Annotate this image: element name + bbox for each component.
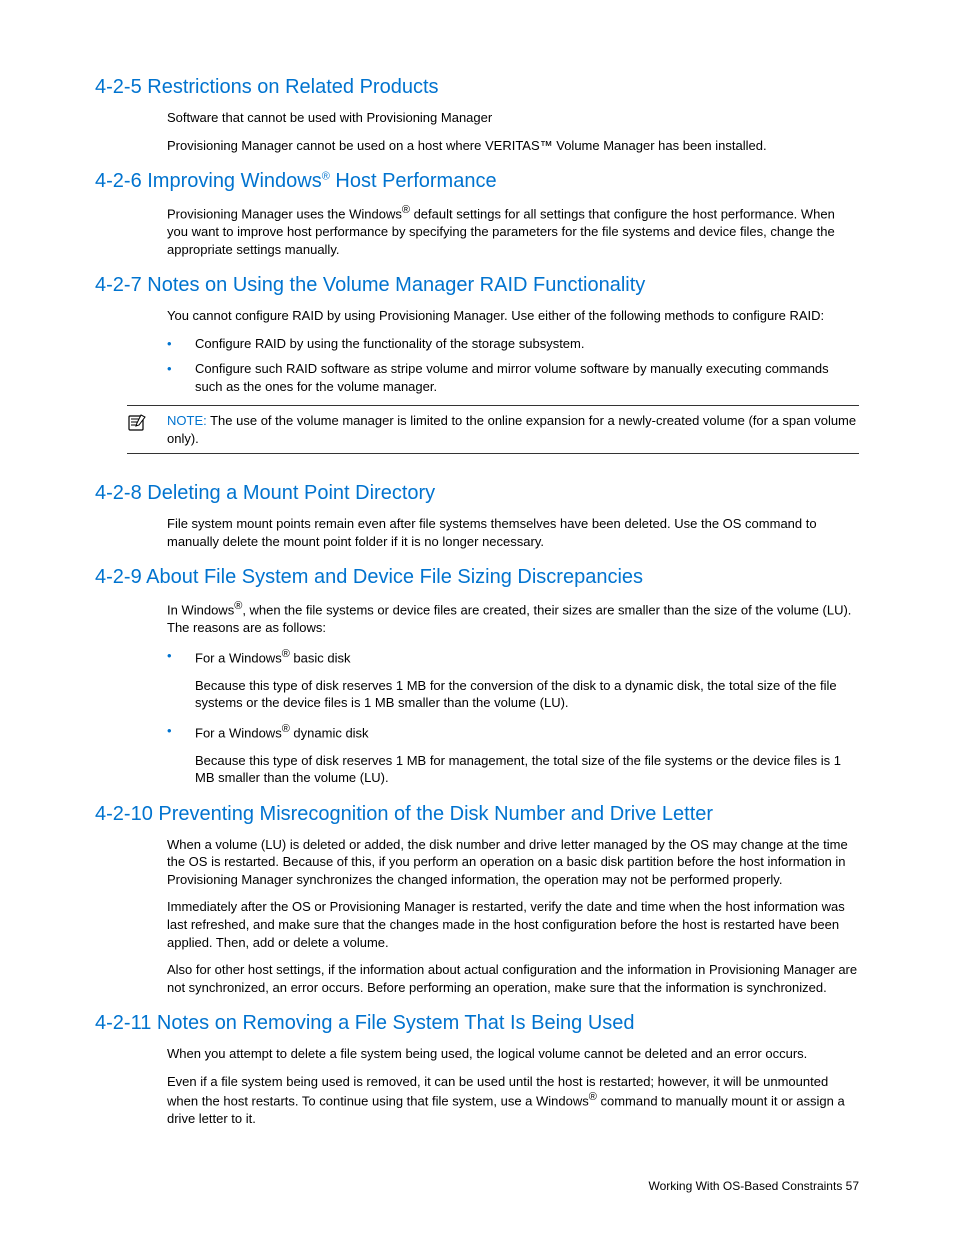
bullet-list: • For a Windows® dynamic disk <box>167 722 859 742</box>
heading-text: Host Performance <box>330 170 497 192</box>
paragraph: When a volume (LU) is deleted or added, … <box>167 836 859 889</box>
registered-symbol: ® <box>282 648 290 660</box>
text: Provisioning Manager uses the Windows <box>167 206 402 221</box>
paragraph: When you attempt to delete a file system… <box>167 1045 859 1063</box>
list-item: • For a Windows® dynamic disk <box>167 722 859 742</box>
paragraph: Also for other host settings, if the inf… <box>167 961 859 996</box>
list-item: • For a Windows® basic disk <box>167 647 859 667</box>
paragraph: Provisioning Manager uses the Windows® d… <box>167 203 859 258</box>
bullet-list: • For a Windows® basic disk <box>167 647 859 667</box>
bullet-icon: • <box>167 360 195 395</box>
list-item: • Configure RAID by using the functional… <box>167 335 859 353</box>
page-footer: Working With OS-Based Constraints 57 <box>648 1179 859 1193</box>
note-block: NOTE: The use of the volume manager is l… <box>127 405 859 454</box>
text: basic disk <box>290 650 351 665</box>
heading-4-2-9: 4-2-9 About File System and Device File … <box>95 566 859 589</box>
text: For a Windows <box>195 725 282 740</box>
note-label: NOTE: <box>167 413 210 428</box>
registered-symbol: ® <box>322 170 330 182</box>
heading-4-2-6: 4-2-6 Improving Windows® Host Performanc… <box>95 170 859 193</box>
list-item-text: For a Windows® basic disk <box>195 647 859 667</box>
paragraph: Immediately after the OS or Provisioning… <box>167 898 859 951</box>
list-item-text: Configure RAID by using the functionalit… <box>195 335 859 353</box>
registered-symbol: ® <box>282 723 290 735</box>
heading-4-2-5: 4-2-5 Restrictions on Related Products <box>95 76 859 99</box>
paragraph: You cannot configure RAID by using Provi… <box>167 307 859 325</box>
bullet-list: • Configure RAID by using the functional… <box>167 335 859 396</box>
text: dynamic disk <box>290 725 369 740</box>
list-item-description: Because this type of disk reserves 1 MB … <box>195 752 859 787</box>
registered-symbol: ® <box>589 1091 597 1103</box>
registered-symbol: ® <box>402 204 410 216</box>
paragraph: File system mount points remain even aft… <box>167 515 859 550</box>
paragraph: Software that cannot be used with Provis… <box>167 109 859 127</box>
heading-4-2-8: 4-2-8 Deleting a Mount Point Directory <box>95 482 859 505</box>
bullet-icon: • <box>167 647 195 667</box>
text: In Windows <box>167 603 234 618</box>
list-item-text: For a Windows® dynamic disk <box>195 722 859 742</box>
list-item: • Configure such RAID software as stripe… <box>167 360 859 395</box>
text: , when the file systems or device files … <box>167 603 851 636</box>
list-item-description: Because this type of disk reserves 1 MB … <box>195 677 859 712</box>
note-body: The use of the volume manager is limited… <box>167 413 856 446</box>
paragraph: Provisioning Manager cannot be used on a… <box>167 137 859 155</box>
heading-4-2-7: 4-2-7 Notes on Using the Volume Manager … <box>95 274 859 297</box>
text: For a Windows <box>195 650 282 665</box>
heading-4-2-10: 4-2-10 Preventing Misrecognition of the … <box>95 803 859 826</box>
note-icon <box>127 412 167 447</box>
heading-4-2-11: 4-2-11 Notes on Removing a File System T… <box>95 1012 859 1035</box>
paragraph: Even if a file system being used is remo… <box>167 1073 859 1128</box>
note-text: NOTE: The use of the volume manager is l… <box>167 412 859 447</box>
bullet-icon: • <box>167 335 195 353</box>
list-item-text: Configure such RAID software as stripe v… <box>195 360 859 395</box>
heading-text: 4-2-6 Improving Windows <box>95 170 322 192</box>
bullet-icon: • <box>167 722 195 742</box>
paragraph: In Windows®, when the file systems or de… <box>167 599 859 636</box>
